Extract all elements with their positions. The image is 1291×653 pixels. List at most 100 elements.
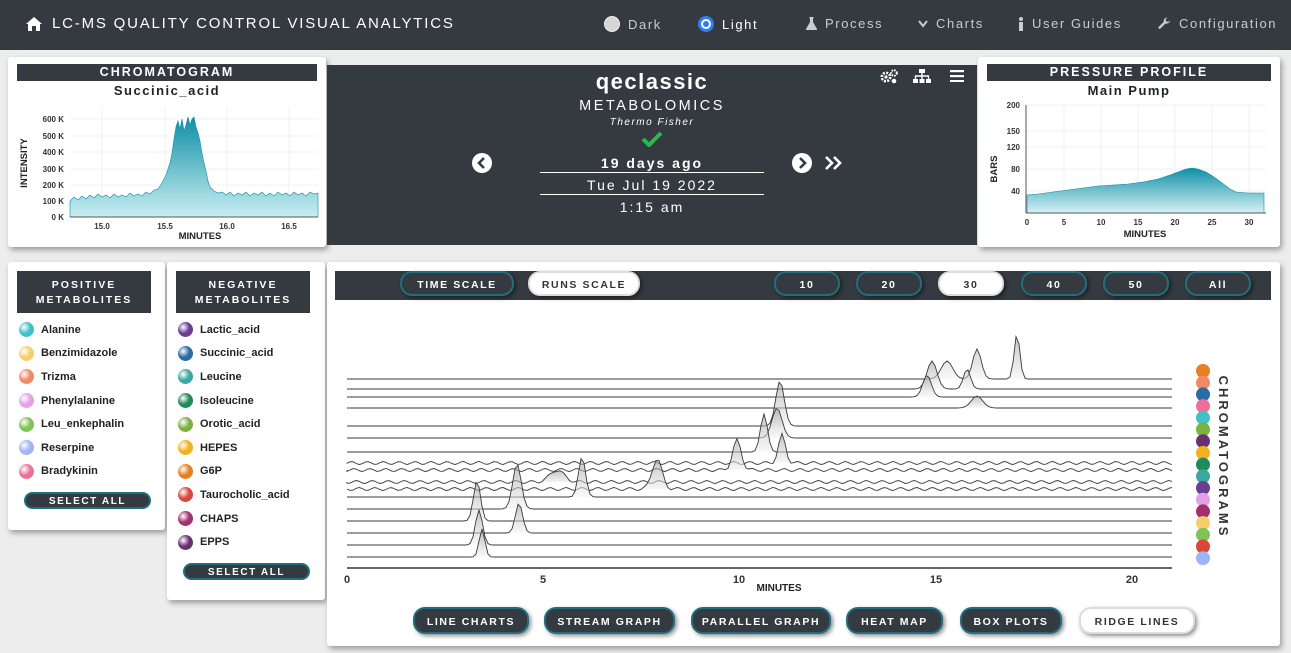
chromatogram-xtick: 15.5 [157, 222, 173, 231]
app-title: LC-MS QUALITY CONTROL VISUAL ANALYTICS [52, 15, 455, 32]
stream-graph-tab[interactable]: STREAM GRAPH [544, 607, 675, 634]
metabolite-color-icon[interactable] [178, 463, 193, 479]
count-10-button[interactable]: 10 [774, 271, 840, 296]
count-40-button[interactable]: 40 [1021, 271, 1087, 296]
theme-dark-toggle[interactable]: Dark [604, 16, 662, 32]
positive-item[interactable]: Phenylalanine [19, 389, 124, 413]
radio-light-icon[interactable] [698, 16, 714, 32]
negative-select-all-button[interactable]: SELECT ALL [183, 563, 310, 580]
negative-item[interactable]: HEPES [178, 436, 290, 460]
wrench-icon [1158, 17, 1171, 29]
negative-item[interactable]: Leucine [178, 365, 290, 389]
negative-metabolite-list: Lactic_acid Succinic_acid Leucine Isoleucin… [178, 318, 290, 554]
negative-item-label: EPPS [200, 536, 230, 549]
pressure-ytick: 40 [1011, 187, 1020, 196]
positive-item[interactable]: Benzimidazole [19, 342, 124, 366]
ridge-chart: 0 5 10 15 20 MINUTES CHROMATOGRAMS [344, 334, 1231, 594]
legend-dot[interactable] [1196, 551, 1210, 566]
chromatogram-xlabel: MINUTES [179, 231, 222, 242]
nav-user-guides[interactable]: User Guides [1018, 16, 1122, 31]
negative-item[interactable]: Taurocholic_acid [178, 483, 290, 507]
positive-item-label: Phenylalanine [41, 394, 115, 407]
metabolite-color-icon[interactable] [178, 393, 193, 409]
ridge-line[interactable] [346, 470, 1173, 484]
positive-item[interactable]: Alanine [19, 318, 124, 342]
negative-item-label: Lactic_acid [200, 323, 260, 336]
settings-gears-icon[interactable] [879, 69, 899, 84]
pressure-xlabel: MINUTES [1124, 229, 1167, 240]
negative-item[interactable]: CHAPS [178, 507, 290, 531]
metabolite-color-icon[interactable] [178, 440, 193, 456]
ridge-line[interactable] [347, 334, 1172, 380]
negative-item[interactable]: Succinic_acid [178, 342, 290, 366]
metabolite-color-icon[interactable] [178, 487, 193, 503]
sitemap-icon[interactable] [913, 69, 931, 84]
metabolite-color-icon[interactable] [19, 369, 34, 385]
negative-item[interactable]: Isoleucine [178, 389, 290, 413]
menu-icon[interactable] [950, 70, 964, 82]
chromatogram-card: CHROMATOGRAM Succinic_acid 600 K 500 K 4… [8, 57, 326, 247]
metabolite-color-icon[interactable] [19, 345, 34, 361]
count-all-button[interactable]: All [1185, 271, 1251, 296]
positive-item[interactable]: Bradykinin [19, 460, 124, 484]
pressure-pump: Main Pump [1087, 83, 1171, 98]
ridge-line[interactable] [347, 464, 1172, 510]
heat-map-tab[interactable]: HEAT MAP [846, 607, 943, 634]
metabolite-color-icon[interactable] [178, 345, 193, 361]
nav-process[interactable]: Process [806, 16, 883, 31]
count-20-button[interactable]: 20 [856, 271, 922, 296]
metabolite-color-icon[interactable] [178, 511, 193, 527]
runs-scale-button[interactable]: RUNS SCALE [528, 271, 640, 296]
pressure-ytick: 200 [1007, 101, 1021, 110]
metabolite-color-icon[interactable] [178, 369, 193, 385]
positive-item[interactable]: Leu_enkephalin [19, 412, 124, 436]
count-50-button[interactable]: 50 [1103, 271, 1169, 296]
positive-metabolite-list: Alanine Benzimidazole Trizma Phenylalanine L… [19, 318, 124, 483]
ridge-line[interactable] [346, 460, 1173, 491]
chevron-down-icon [918, 19, 928, 28]
line-charts-tab[interactable]: LINE CHARTS [413, 607, 529, 634]
ridge-line[interactable] [347, 395, 1172, 409]
metabolite-color-icon[interactable] [19, 440, 34, 456]
time-scale-button[interactable]: TIME SCALE [400, 271, 514, 296]
nav-configuration[interactable]: Configuration [1158, 16, 1277, 31]
negative-item[interactable]: Lactic_acid [178, 318, 290, 342]
chromatogram-compound: Succinic_acid [113, 83, 221, 98]
pressure-chart: 200 150 120 80 40 0 5 10 15 20 25 30 MIN… [989, 101, 1266, 240]
ridge-line[interactable] [347, 360, 1172, 390]
negative-item-label: CHAPS [200, 512, 239, 525]
ridge-lines-tab[interactable]: RIDGE LINES [1079, 607, 1195, 634]
last-run-icon[interactable] [824, 155, 844, 171]
negative-item[interactable]: G6P [178, 460, 290, 484]
negative-item-label: G6P [200, 465, 223, 478]
chromatogram-ytick: 0 K [52, 213, 65, 222]
theme-light-toggle[interactable]: Light [698, 16, 758, 32]
positive-item-label: Benzimidazole [41, 347, 118, 360]
metabolite-color-icon[interactable] [19, 322, 34, 338]
metabolite-color-icon[interactable] [19, 416, 34, 432]
pressure-header: PRESSURE PROFILE [987, 64, 1271, 81]
box-plots-tab[interactable]: BOX PLOTS [960, 607, 1062, 634]
count-30-button[interactable]: 30 [938, 271, 1004, 296]
positive-item[interactable]: Reserpine [19, 436, 124, 460]
radio-dark-icon[interactable] [604, 16, 620, 32]
negative-item[interactable]: EPPS [178, 530, 290, 554]
nav-charts[interactable]: Charts [918, 16, 984, 31]
parallel-graph-tab[interactable]: PARALLEL GRAPH [691, 607, 831, 634]
negative-header: NEGATIVE METABOLITES [176, 271, 310, 313]
negative-item[interactable]: Orotic_acid [178, 412, 290, 436]
brand[interactable]: LC-MS QUALITY CONTROL VISUAL ANALYTICS [26, 15, 455, 32]
next-run-icon[interactable] [791, 152, 813, 174]
pressure-xtick: 10 [1097, 218, 1106, 227]
positive-item-label: Trizma [41, 370, 76, 383]
positive-select-all-button[interactable]: SELECT ALL [24, 492, 151, 509]
metabolite-color-icon[interactable] [19, 463, 34, 479]
metabolite-color-icon[interactable] [178, 416, 193, 432]
metabolite-color-icon[interactable] [19, 393, 34, 409]
prev-run-icon[interactable] [471, 152, 493, 174]
metabolite-color-icon[interactable] [178, 534, 193, 550]
positive-item[interactable]: Trizma [19, 365, 124, 389]
flask-icon [806, 17, 817, 30]
metabolite-color-icon[interactable] [178, 322, 193, 338]
pressure-ytick: 120 [1007, 143, 1021, 152]
